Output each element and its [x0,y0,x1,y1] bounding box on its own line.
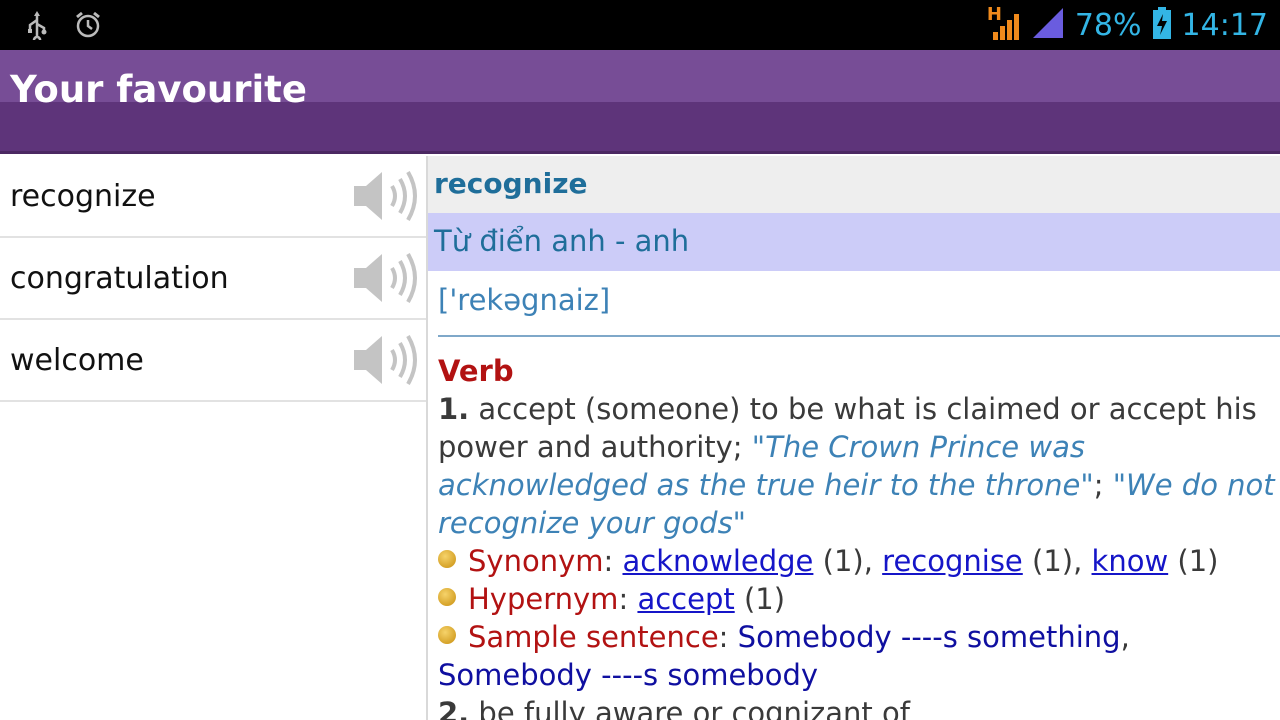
synonym-row: Synonym: acknowledge (1), recognise (1),… [438,542,1280,580]
synonym-label: Synonym [468,544,604,578]
favourite-word: welcome [10,343,144,378]
favourites-list: recognize congratulation welcome [0,156,428,720]
synonym-link[interactable]: recognise [882,544,1023,578]
sense-2: 2. be fully aware or cognizant of [438,694,1280,720]
page-title: Your favourite [10,68,307,111]
synonym-count: (1) [822,544,864,578]
clock: 14:17 [1181,7,1268,43]
sample-sentence: Somebody ----s somebody [438,658,819,692]
speaker-icon[interactable] [350,166,422,226]
bullet-icon [438,550,456,568]
synonym-link[interactable]: acknowledge [622,544,813,578]
part-of-speech: Verb [438,354,514,388]
sense-definition: be fully aware or cognizant of [478,696,910,720]
sample-sentence-row: Sample sentence: Somebody ----s somethin… [438,620,1130,692]
hypernym-label: Hypernym [468,582,619,616]
headword: recognize [434,167,588,200]
hypernym-row: Hypernym: accept (1) [438,580,1280,618]
divider [438,335,1280,337]
pronunciation: ['rekəgnaiz] [438,283,611,317]
action-bar: Your favourite [0,50,1280,154]
list-item[interactable]: recognize [0,156,426,238]
headword-bar: recognize [428,156,1280,213]
sense-number: 2. [438,696,470,720]
alarm-icon [74,10,102,44]
sample-sentence-label: Sample sentence [468,620,719,654]
bullet-icon [438,588,456,606]
list-item[interactable]: welcome [0,320,426,402]
status-bar: H 78% 14:17 [0,0,1280,50]
sense-1: 1. accept (someone) to be what is claime… [438,390,1280,542]
sense-number: 1. [438,392,470,426]
favourite-word: recognize [10,179,156,214]
usb-icon [22,10,52,45]
speaker-icon[interactable] [350,248,422,308]
definition-pane: recognize Từ điển anh - anh ['rekəgnaiz]… [428,156,1280,720]
signal-icon [1031,6,1065,44]
bullet-icon [438,626,456,644]
example-separator: ; [1093,468,1104,502]
speaker-icon[interactable] [350,330,422,390]
dictionary-bar: Từ điển anh - anh [428,213,1280,271]
hypernym-link[interactable]: accept [637,582,734,616]
battery-charging-icon [1152,6,1172,44]
synonym-link[interactable]: know [1092,544,1169,578]
hypernym-count: (1) [743,582,786,616]
battery-percent: 78% [1074,7,1142,43]
list-item[interactable]: congratulation [0,238,426,320]
favourite-word: congratulation [10,261,229,296]
network-type-icon: H [987,4,1021,42]
sample-sentence: Somebody ----s something [737,620,1121,654]
dictionary-name: Từ điển anh - anh [434,224,690,258]
definition-body: Verb 1. accept (someone) to be what is c… [438,352,1280,720]
pronunciation-row: ['rekəgnaiz] [428,271,1280,333]
synonym-count: (1) [1032,544,1074,578]
synonym-count: (1) [1177,544,1219,578]
